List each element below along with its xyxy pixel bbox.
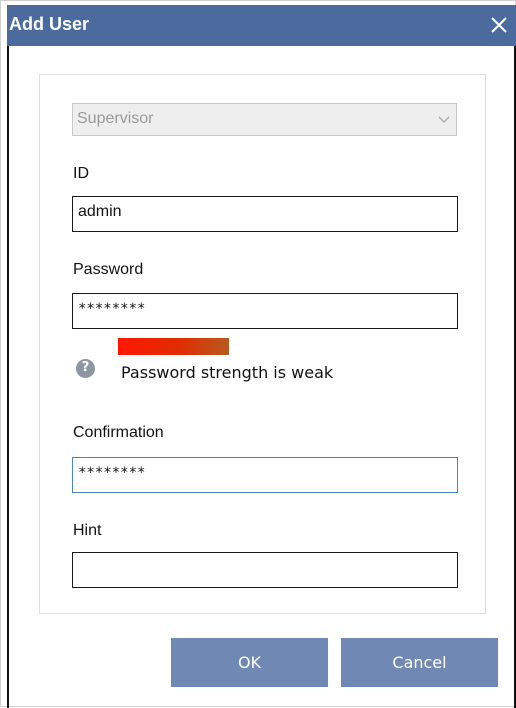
cancel-button[interactable]: Cancel (341, 638, 498, 687)
chevron-down-icon (438, 116, 450, 123)
confirmation-field[interactable]: ******** (72, 457, 458, 493)
close-button[interactable] (481, 5, 516, 46)
ok-button[interactable]: OK (171, 638, 328, 687)
confirmation-label: Confirmation (73, 424, 164, 441)
role-select-value: Supervisor (77, 110, 154, 127)
help-icon[interactable]: ? (76, 359, 95, 378)
form-group-box (39, 74, 486, 614)
role-select[interactable]: Supervisor (72, 103, 457, 136)
dialog-title: Add User (9, 14, 90, 34)
id-field[interactable]: admin (72, 196, 458, 232)
close-icon (491, 17, 507, 33)
password-field[interactable]: ******** (72, 293, 458, 329)
hint-label: Hint (73, 522, 102, 539)
password-strength-text: Password strength is weak (121, 363, 334, 382)
window-frame-left (7, 46, 9, 708)
password-label: Password (73, 261, 144, 278)
add-user-dialog: Add User Supervisor ID admin Password **… (0, 0, 516, 708)
hint-field[interactable] (72, 552, 458, 588)
title-bar: Add User (7, 5, 516, 46)
id-label: ID (73, 165, 89, 182)
password-strength-bar (118, 338, 229, 355)
